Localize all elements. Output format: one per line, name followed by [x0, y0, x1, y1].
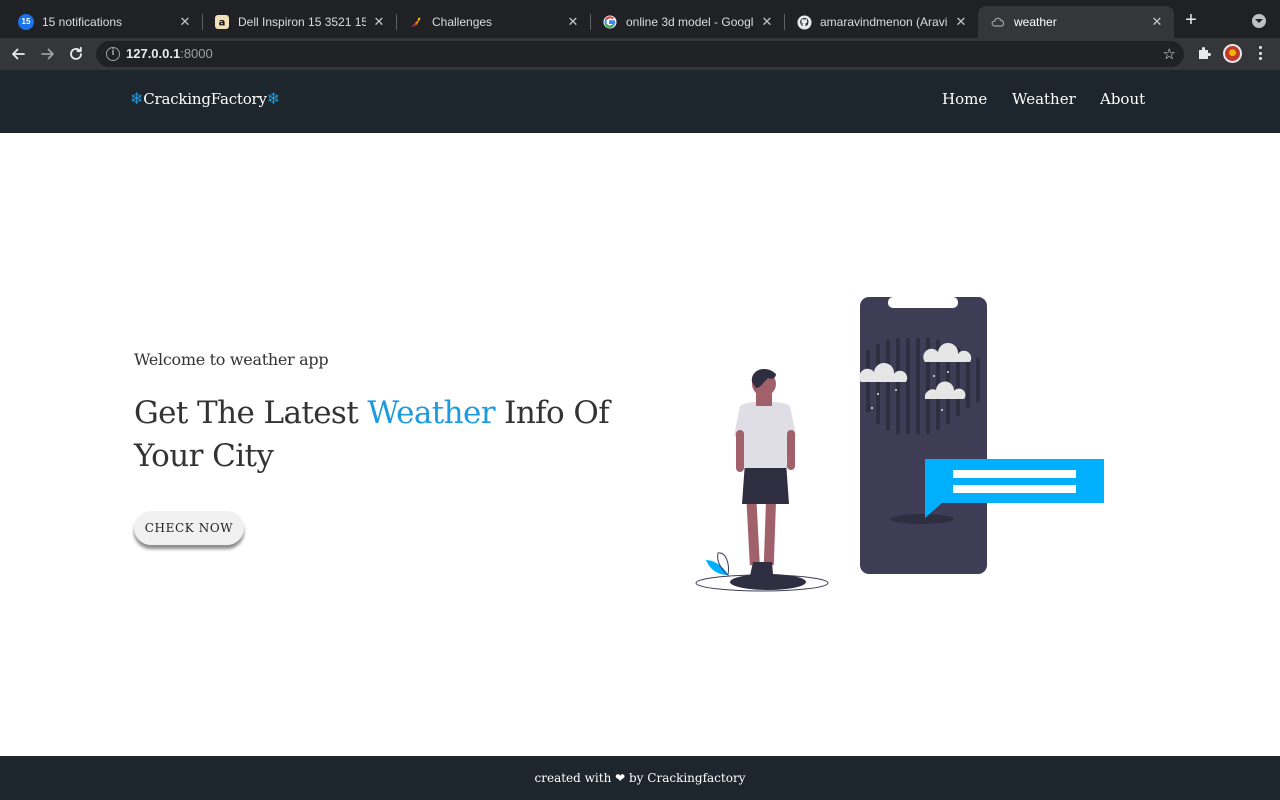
- close-icon[interactable]: ✕: [372, 15, 386, 29]
- new-tab-button[interactable]: +: [1180, 10, 1202, 32]
- google-icon: [602, 14, 618, 30]
- person-figure: [734, 368, 796, 586]
- back-arrow-icon: [12, 48, 25, 60]
- brand-logo[interactable]: ❄ CrackingFactory ❄: [130, 89, 280, 108]
- address-bar[interactable]: i 127.0.0.1:8000 ☆: [96, 41, 1184, 67]
- snowflake-icon: ❄: [130, 89, 144, 108]
- browser-menu-icon[interactable]: [1256, 45, 1264, 61]
- tab-title: Dell Inspiron 15 3521 15.6": [238, 15, 366, 29]
- bookmark-star-icon[interactable]: ☆: [1163, 45, 1176, 63]
- tab-title: online 3d model - Google S: [626, 15, 754, 29]
- reload-icon: [70, 46, 82, 60]
- forward-button[interactable]: [36, 42, 60, 66]
- hero-headline: Get The Latest Weather Info Of Your City: [134, 395, 610, 474]
- reload-button[interactable]: [64, 42, 88, 66]
- info-icon[interactable]: i: [106, 47, 120, 61]
- phone-notch: [888, 297, 958, 308]
- headline-accent: Weather: [367, 395, 495, 431]
- svg-text:a: a: [219, 18, 226, 29]
- close-icon[interactable]: ✕: [760, 15, 774, 29]
- back-button[interactable]: [6, 42, 30, 66]
- check-now-button[interactable]: CHECK NOW: [134, 511, 244, 545]
- address-url[interactable]: 127.0.0.1:8000: [126, 46, 213, 61]
- tab-title: Challenges: [432, 15, 493, 29]
- rocket-icon: [408, 14, 424, 30]
- extensions-puzzle-icon[interactable]: [1196, 45, 1212, 66]
- tab-title: 15 notifications: [42, 15, 123, 29]
- profile-avatar[interactable]: [1223, 44, 1242, 63]
- browser-toolbar: i 127.0.0.1:8000 ☆: [0, 38, 1280, 70]
- nav-link-weather[interactable]: Weather: [1012, 90, 1076, 108]
- close-icon[interactable]: ✕: [1150, 15, 1164, 29]
- tab-challenges[interactable]: Challenges ✕: [396, 6, 590, 38]
- phone-body: [860, 297, 987, 574]
- github-icon: [796, 14, 812, 30]
- tab-search-icon[interactable]: [1252, 14, 1266, 28]
- notification-count-icon: 15: [18, 14, 34, 30]
- site-navbar: ❄ CrackingFactory ❄ Home Weather About: [0, 70, 1280, 133]
- nav-link-about[interactable]: About: [1100, 90, 1145, 108]
- close-icon[interactable]: ✕: [178, 15, 192, 29]
- welcome-text: Welcome to weather app: [134, 350, 329, 369]
- tab-dell-inspiron[interactable]: a Dell Inspiron 15 3521 15.6" ✕: [202, 6, 396, 38]
- snowflake-icon: ❄: [266, 89, 281, 108]
- tab-github-profile[interactable]: amaravindmenon (Aravind ✕: [784, 6, 978, 38]
- heart-icon: ❤: [615, 771, 626, 785]
- tab-weather[interactable]: weather ✕: [978, 6, 1174, 38]
- footer-credit: created with ❤ by Crackingfactory: [534, 771, 746, 785]
- tab-title: weather: [1014, 15, 1057, 29]
- site-footer: created with ❤ by Crackingfactory: [0, 756, 1280, 800]
- amazon-icon: a: [214, 14, 230, 30]
- brand-name: CrackingFactory: [143, 89, 267, 108]
- weather-phone-illustration: [695, 297, 1104, 592]
- tab-title: amaravindmenon (Aravind: [820, 15, 948, 29]
- forward-arrow-icon: [41, 48, 54, 60]
- tab-notifications[interactable]: 15 15 notifications ✕: [6, 6, 202, 38]
- nav-link-home[interactable]: Home: [942, 90, 987, 108]
- close-icon[interactable]: ✕: [566, 15, 580, 29]
- tab-online-3d-model[interactable]: online 3d model - Google S ✕: [590, 6, 784, 38]
- cloud-icon: [990, 14, 1006, 30]
- browser-tab-strip: 15 15 notifications ✕ a Dell Inspiron 15…: [0, 0, 1280, 38]
- close-icon[interactable]: ✕: [954, 15, 968, 29]
- plant-leaf-icon: [706, 560, 728, 575]
